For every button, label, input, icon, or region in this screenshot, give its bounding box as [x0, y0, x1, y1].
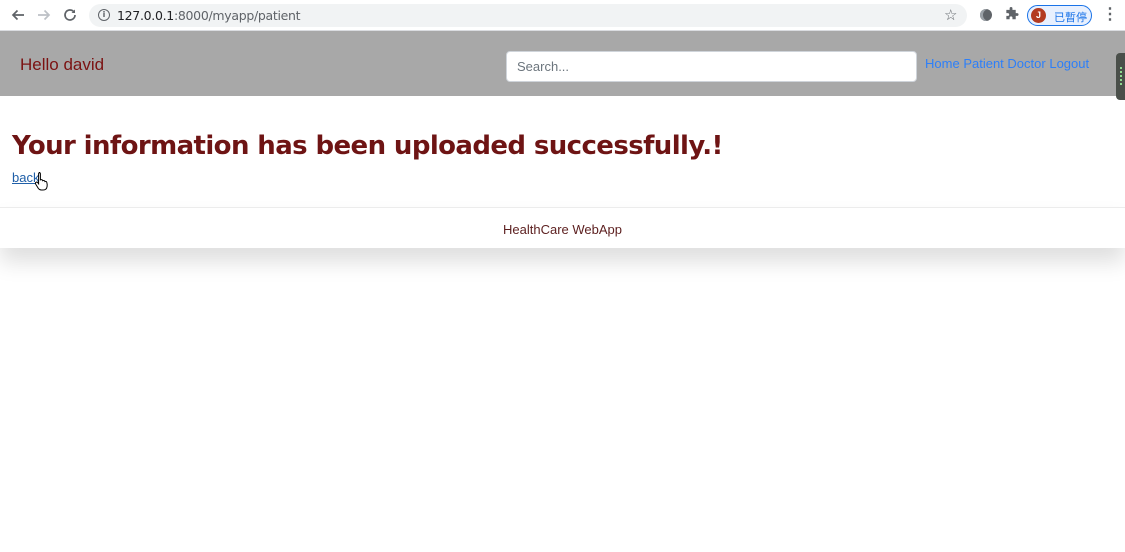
star-icon[interactable]: ☆ [944, 6, 957, 24]
kebab-menu-icon[interactable]: ⋮ [1102, 5, 1118, 25]
extension-icon[interactable] [980, 9, 992, 21]
nav-link-patient[interactable]: Patient [963, 56, 1003, 71]
app-navbar: Hello david Home Patient Doctor Logout [0, 31, 1125, 100]
url-path: :8000/myapp/patient [173, 8, 301, 23]
puzzle-icon[interactable] [1004, 7, 1019, 22]
footer: HealthCare WebApp [0, 207, 1125, 248]
url-host: 127.0.0.1 [117, 8, 174, 23]
greeting-text: Hello david [20, 55, 105, 74]
address-bar[interactable]: i 127.0.0.1:8000/myapp/patient ☆ [89, 4, 967, 27]
search-input[interactable] [506, 51, 917, 82]
nav-link-doctor[interactable]: Doctor [1007, 56, 1045, 71]
hand-cursor-icon [34, 172, 48, 191]
info-icon[interactable]: i [98, 9, 110, 21]
side-handle[interactable] [1116, 53, 1125, 100]
profile-chip[interactable]: J 已暫停 [1027, 5, 1092, 26]
page-title: Your information has been uploaded succe… [12, 131, 723, 161]
nav-link-logout[interactable]: Logout [1049, 56, 1089, 71]
browser-toolbar: i 127.0.0.1:8000/myapp/patient ☆ J 已暫停 ⋮ [0, 0, 1125, 31]
url-text: 127.0.0.1:8000/myapp/patient [117, 8, 301, 23]
reload-icon[interactable] [61, 6, 79, 24]
nav-links: Home Patient Doctor Logout [925, 56, 1089, 71]
arrow-right-icon[interactable] [35, 6, 53, 24]
nav-link-home[interactable]: Home [925, 56, 960, 71]
avatar: J [1031, 8, 1046, 23]
footer-text: HealthCare WebApp [503, 222, 622, 237]
arrow-left-icon[interactable] [9, 6, 27, 24]
profile-status-label: 已暫停 [1054, 11, 1087, 24]
